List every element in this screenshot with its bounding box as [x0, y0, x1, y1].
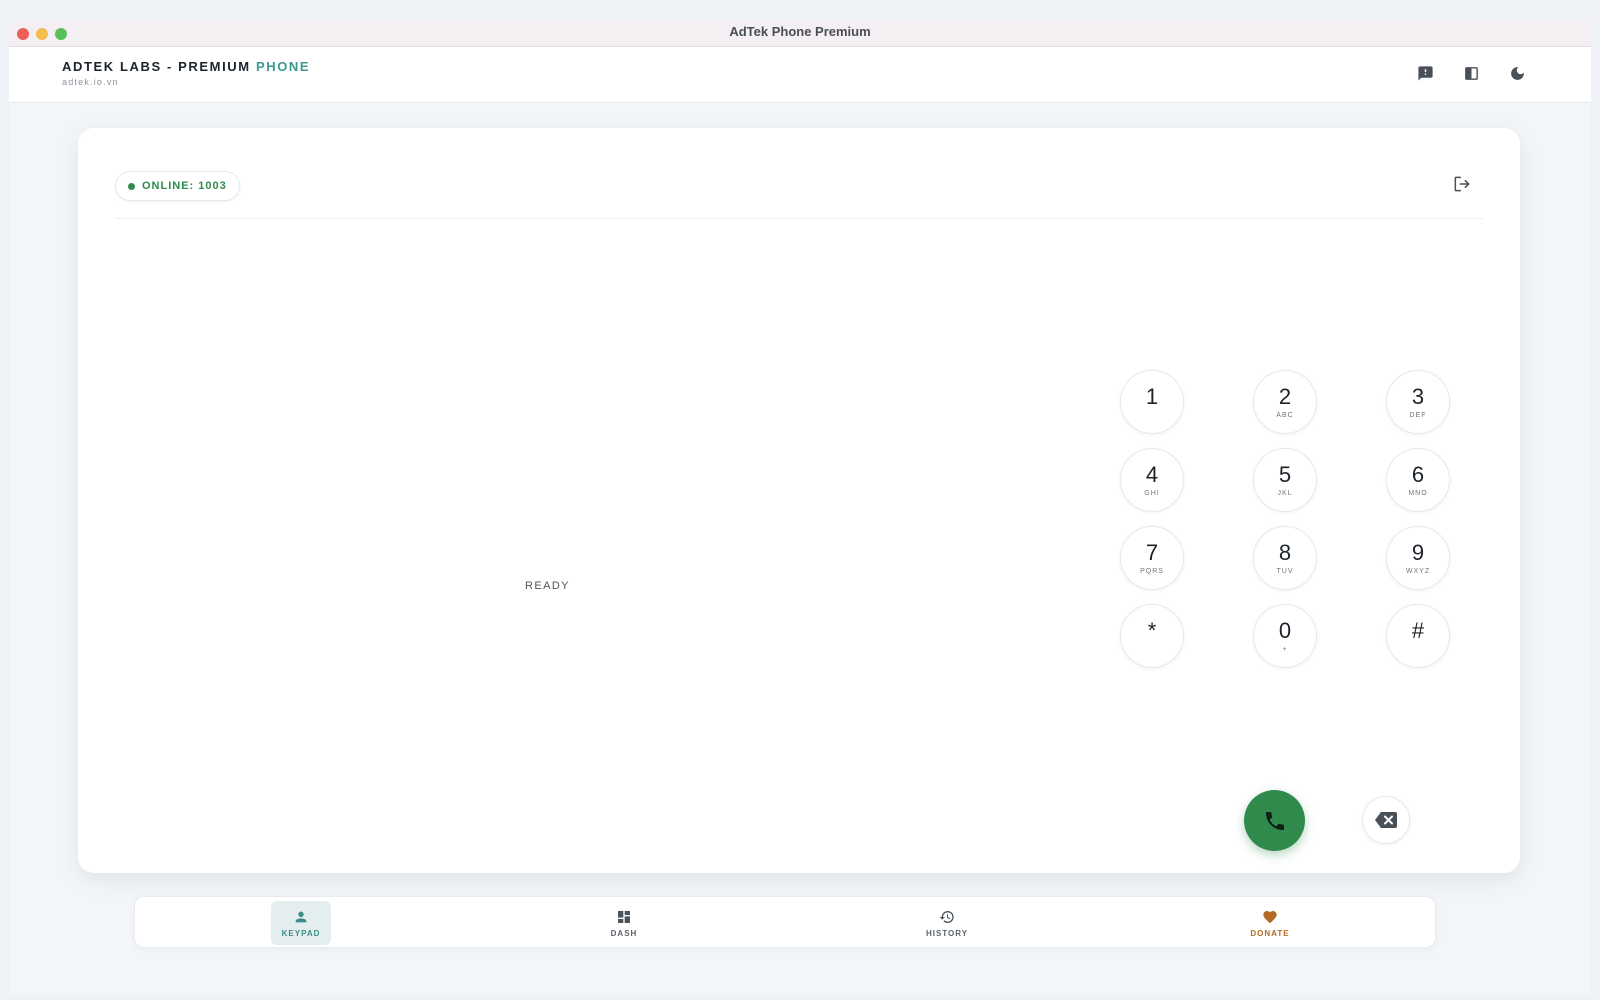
key-digit: 6 [1411, 461, 1425, 487]
header-actions [1416, 64, 1527, 83]
key-1[interactable]: 1 [1120, 370, 1184, 434]
brand: ADTEK LABS - PREMIUM PHONE adtek.io.vn [62, 59, 310, 87]
nav-keypad[interactable]: KEYPAD [271, 901, 331, 945]
key-hash[interactable]: # [1386, 604, 1450, 668]
feedback-icon[interactable] [1416, 64, 1435, 83]
history-icon [939, 910, 954, 923]
app-header: ADTEK LABS - PREMIUM PHONE adtek.io.vn [9, 47, 1591, 103]
key-0[interactable]: 0 + [1253, 604, 1317, 668]
header-divider [115, 218, 1483, 219]
call-state-label: READY [525, 580, 570, 592]
key-9[interactable]: 9 WXYZ [1386, 526, 1450, 590]
nav-keypad-label: KEYPAD [281, 928, 321, 938]
key-2[interactable]: 2 ABC [1253, 370, 1317, 434]
nav-donate[interactable]: DONATE [1240, 901, 1300, 945]
key-4[interactable]: 4 GHI [1120, 448, 1184, 512]
app-window: AdTek Phone Premium ADTEK LABS - PREMIUM… [9, 20, 1591, 995]
title-bar: AdTek Phone Premium [9, 20, 1591, 47]
key-5[interactable]: 5 JKL [1253, 448, 1317, 512]
key-letters: ABC [1276, 411, 1294, 419]
key-letters: JKL [1277, 489, 1293, 497]
key-letters: MNO [1408, 489, 1428, 497]
key-digit: 8 [1278, 539, 1292, 565]
brand-prefix: ADTEK LABS - PREMIUM [62, 59, 251, 74]
dashboard-icon [618, 910, 630, 923]
key-3[interactable]: 3 DEF [1386, 370, 1450, 434]
backspace-icon [1375, 812, 1397, 828]
key-digit: 7 [1145, 539, 1159, 565]
status-dot [128, 182, 135, 190]
panel-icon[interactable] [1462, 64, 1481, 83]
key-letters: + [1282, 645, 1288, 653]
key-8[interactable]: 8 TUV [1253, 526, 1317, 590]
brand-accent: PHONE [255, 59, 311, 74]
key-digit: 3 [1411, 383, 1425, 409]
key-digit: 5 [1278, 461, 1292, 487]
key-7[interactable]: 7 PQRS [1120, 526, 1184, 590]
key-digit: 9 [1411, 539, 1425, 565]
logout-icon[interactable] [1452, 174, 1474, 196]
key-digit: # [1411, 617, 1425, 643]
call-button[interactable] [1244, 790, 1305, 851]
status-badge: ONLINE: 1003 [115, 171, 240, 201]
person-icon [295, 911, 307, 922]
key-digit: 4 [1145, 461, 1159, 487]
key-star[interactable]: * [1120, 604, 1184, 668]
key-digit: 2 [1278, 383, 1292, 409]
heart-icon [1263, 910, 1277, 923]
bottom-navigation: KEYPAD DASH HISTORY DONATE [134, 896, 1436, 948]
brand-title: ADTEK LABS - PREMIUM PHONE [62, 59, 310, 74]
key-letters: GHI [1144, 489, 1160, 497]
dark-mode-icon[interactable] [1508, 64, 1527, 83]
nav-dash[interactable]: DASH [594, 901, 654, 945]
key-digit: 0 [1278, 617, 1292, 643]
brand-subtitle: adtek.io.vn [62, 77, 119, 87]
key-digit: 1 [1145, 383, 1159, 409]
backspace-button[interactable] [1362, 796, 1410, 844]
dial-keypad: 1 2 ABC 3 DEF 4 GHI 5 JKL 6 MNO 7 PQRS 8 TUV 9 W… [1120, 370, 1450, 668]
nav-history-label: HISTORY [925, 928, 969, 938]
key-digit: * [1147, 617, 1157, 643]
nav-history[interactable]: HISTORY [917, 901, 977, 945]
key-6[interactable]: 6 MNO [1386, 448, 1450, 512]
key-letters: TUV [1276, 567, 1294, 575]
key-letters: PQRS [1140, 567, 1164, 575]
key-letters: WXYZ [1405, 567, 1431, 575]
phone-card: ONLINE: 1003 READY 1 2 ABC 3 DEF 4 GHI 5 JKL… [78, 128, 1520, 873]
window-title: AdTek Phone Premium [729, 24, 871, 39]
nav-donate-label: DONATE [1250, 928, 1290, 938]
key-letters: DEF [1409, 411, 1427, 419]
status-text: ONLINE: 1003 [142, 180, 227, 192]
nav-dash-label: DASH [610, 928, 638, 938]
phone-icon [1265, 811, 1284, 830]
